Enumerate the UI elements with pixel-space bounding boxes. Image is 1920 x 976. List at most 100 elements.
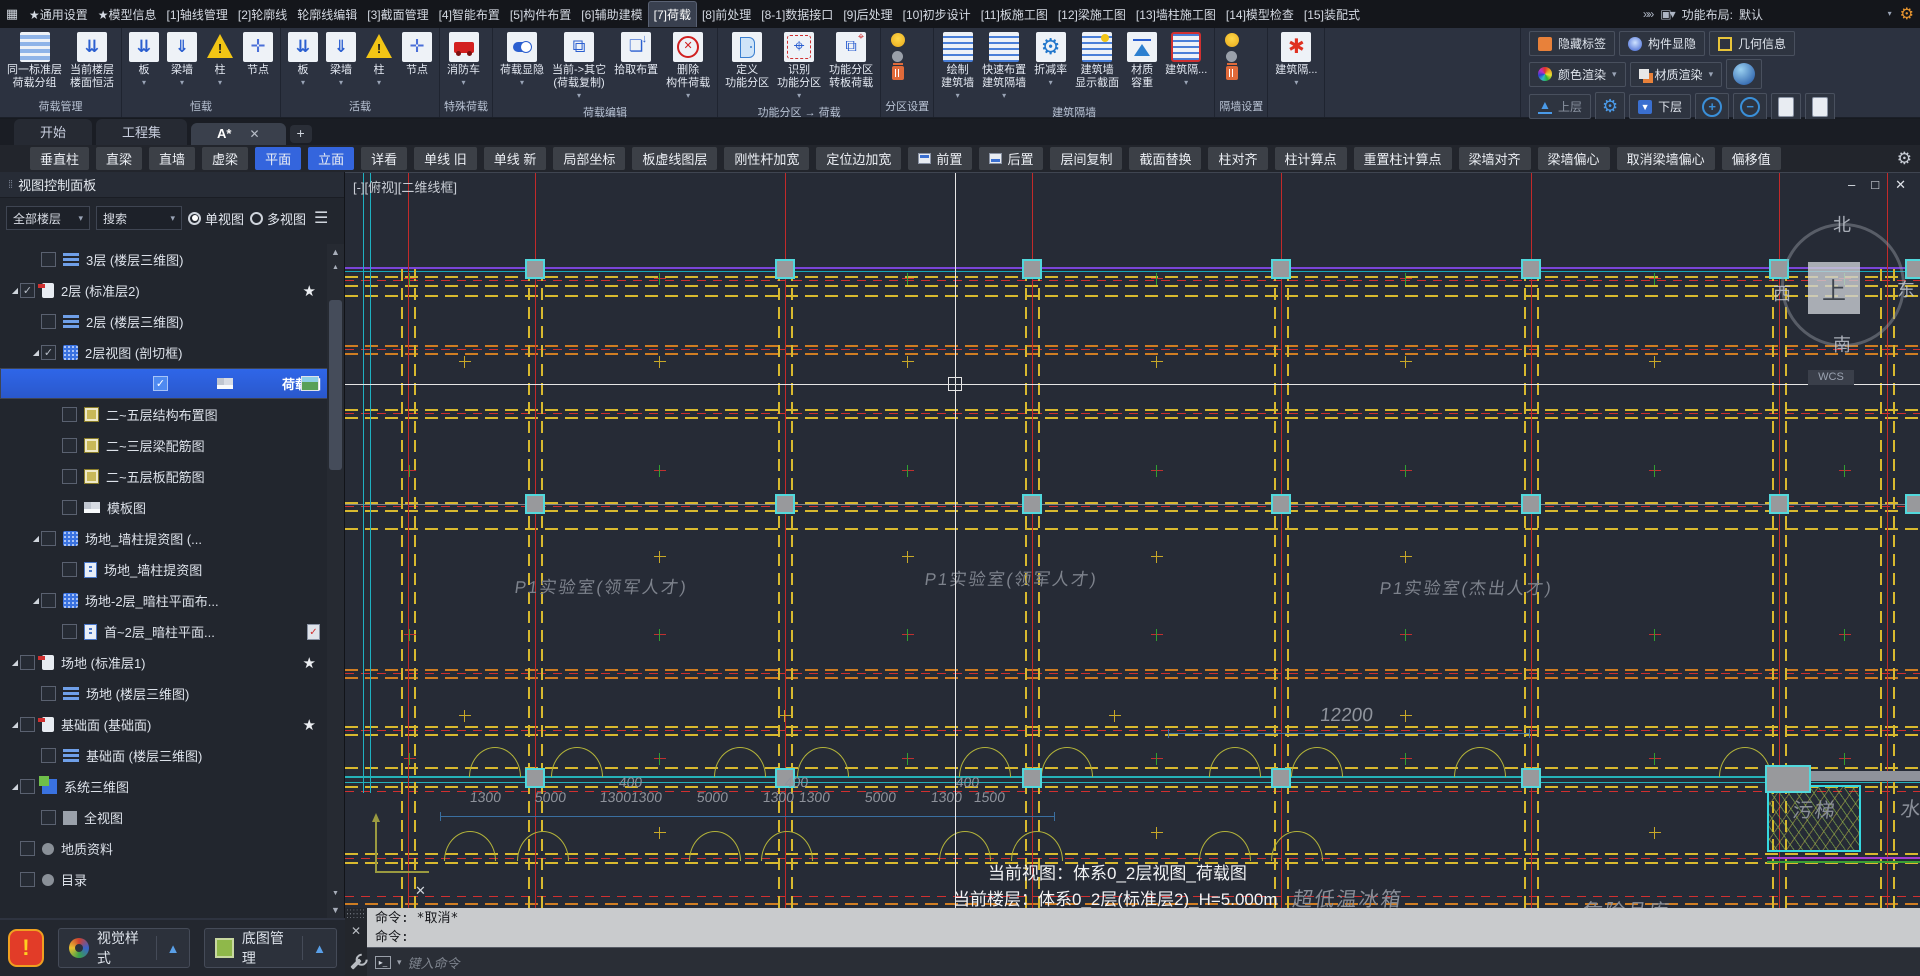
ribbon-button-同一标准层[interactable]: 同一标准层 荷载分组 bbox=[4, 30, 65, 92]
column-marker[interactable] bbox=[775, 494, 795, 514]
dot-icon[interactable] bbox=[1226, 51, 1238, 62]
toolbar-button-梁墙对齐[interactable]: 梁墙对齐 bbox=[1458, 147, 1531, 170]
expand-arrow-icon[interactable]: ◢ bbox=[31, 596, 41, 605]
tree-item-场地-2层_暗柱平面布...[interactable]: ◢ 场地-2层_暗柱平面布... bbox=[0, 585, 328, 616]
column-marker[interactable] bbox=[1905, 494, 1920, 514]
favorite-star-icon[interactable]: ★ bbox=[303, 716, 316, 734]
tree-item-2层视图 (剖切框)[interactable]: ◢ ✓ 2层视图 (剖切框) bbox=[0, 337, 328, 368]
ribbon-button-节点[interactable]: 节点 bbox=[240, 30, 276, 79]
tree-checkbox[interactable] bbox=[62, 562, 77, 577]
tree-checkbox[interactable]: ✓ bbox=[20, 283, 35, 298]
close-tab-icon[interactable]: ✕ bbox=[249, 127, 259, 141]
expand-arrow-icon[interactable]: ◢ bbox=[31, 534, 41, 543]
menu-tab-[12]梁施工图[interactable]: [12]梁施工图 bbox=[1053, 2, 1131, 27]
menu-tab-[6]辅助建模[interactable]: [6]辅助建模 bbox=[576, 2, 647, 27]
crosshair-pickbox[interactable] bbox=[948, 377, 962, 391]
restore-icon[interactable]: □ bbox=[1871, 177, 1879, 193]
tree-item-场地_墙柱提资图[interactable]: 场地_墙柱提资图 bbox=[0, 554, 328, 585]
menu-tab-[13]墙柱施工图[interactable]: [13]墙柱施工图 bbox=[1131, 2, 1221, 27]
toolbar-gear-icon[interactable]: ⚙ bbox=[1897, 149, 1912, 169]
ribbon-button-删除[interactable]: 删除 构件荷载▾ bbox=[663, 30, 713, 102]
tree-checkbox[interactable] bbox=[41, 593, 56, 608]
panel-header[interactable]: ⁞⁞ 视图控制面板 bbox=[0, 172, 344, 198]
tree-checkbox[interactable] bbox=[41, 748, 56, 763]
menu-tab-★模型信息[interactable]: ★模型信息 bbox=[93, 2, 162, 27]
menu-tab-[10]初步设计[interactable]: [10]初步设计 bbox=[898, 2, 976, 27]
tree-scrollbar[interactable]: ▲ ▲ ▼ ▼ bbox=[327, 244, 344, 918]
visual-style-button[interactable]: 视觉样式 ▲ bbox=[57, 928, 191, 968]
expand-arrow-icon[interactable]: ◢ bbox=[10, 658, 20, 667]
expand-arrow-icon[interactable]: ◢ bbox=[10, 720, 20, 729]
ribbon-button-板[interactable]: 板▾ bbox=[126, 30, 162, 89]
app-grid-icon[interactable]: ▦ bbox=[0, 6, 24, 22]
toolbar-button-偏移值[interactable]: 偏移值 bbox=[1721, 147, 1781, 170]
drag-handle-icon[interactable]: ⁞⁞ bbox=[8, 179, 13, 191]
trash-icon[interactable] bbox=[1226, 63, 1239, 80]
add-tab-button[interactable]: + bbox=[289, 125, 312, 143]
wrench-icon[interactable] bbox=[350, 958, 362, 970]
drawing-canvas[interactable]: [-][俯视][二维线框] – □ ✕ 1300 5000 1300 1300 5000… bbox=[345, 172, 1920, 908]
tree-item-首~2层_暗柱平面...[interactable]: 首~2层_暗柱平面... ✓ bbox=[0, 616, 328, 647]
base-map-button[interactable]: 底图管理 ▲ bbox=[204, 928, 338, 968]
doc-tab-A*[interactable]: A* ✕ bbox=[191, 123, 286, 145]
tree-checkbox[interactable] bbox=[41, 686, 56, 701]
view-compass[interactable]: 上 bbox=[1781, 223, 1905, 347]
sphere-button[interactable] bbox=[1726, 59, 1763, 89]
ribbon-button-梁墙[interactable]: 梁墙 ▾ bbox=[323, 30, 359, 89]
column-marker[interactable] bbox=[1521, 259, 1541, 279]
tree-item-二~三层梁配筋图[interactable]: 二~三层梁配筋图 bbox=[0, 430, 328, 461]
panel-button-几何信息[interactable]: 几何信息 bbox=[1709, 31, 1796, 56]
toolbar-button-柱对齐[interactable]: 柱对齐 bbox=[1208, 147, 1268, 170]
column-marker[interactable] bbox=[525, 768, 545, 788]
tree-panel-button[interactable] bbox=[1771, 92, 1802, 121]
ribbon-button-折减率[interactable]: 折减率 ▾ bbox=[1031, 30, 1070, 89]
expand-arrow-icon[interactable]: ◢ bbox=[31, 348, 41, 357]
column-marker[interactable] bbox=[775, 259, 795, 279]
compass-north-label[interactable]: 北 bbox=[1833, 211, 1851, 237]
tree-checkbox[interactable] bbox=[41, 314, 56, 329]
tree-item-场地 (标准层1)[interactable]: ◢ 场地 (标准层1) ★ bbox=[0, 647, 328, 678]
tree-checkbox[interactable] bbox=[62, 500, 77, 515]
tree-checkbox[interactable] bbox=[20, 872, 35, 887]
tree-checkbox[interactable]: ✓ bbox=[152, 376, 168, 391]
toolbar-button-详看[interactable]: 详看 bbox=[361, 147, 408, 170]
viewport-label[interactable]: [-][俯视][二维线框] bbox=[353, 177, 457, 196]
scroll-down-icon[interactable]: ▼ bbox=[327, 902, 344, 918]
command-prompt-icon[interactable]: ▸_ bbox=[375, 955, 391, 969]
ribbon-button-荷载显隐[interactable]: 荷载显隐 ▾ bbox=[497, 30, 547, 89]
toolbar-button-平面[interactable]: 平面 bbox=[255, 147, 302, 170]
menu-hamburger-icon[interactable]: ☰ bbox=[314, 208, 328, 228]
panel-collapse-icon[interactable]: ▣▾ bbox=[1660, 7, 1675, 21]
ribbon-button-板[interactable]: 板▾ bbox=[285, 30, 321, 89]
tree-item-荷载图[interactable]: ✓荷载图 bbox=[0, 368, 328, 399]
toolbar-button-梁墙偏心[interactable]: 梁墙偏心 bbox=[1537, 147, 1610, 170]
tree-checkbox[interactable] bbox=[20, 655, 35, 670]
column-marker[interactable] bbox=[1022, 259, 1042, 279]
expand-arrow-icon[interactable]: ◢ bbox=[10, 286, 20, 295]
toolbar-button-重置柱计算点[interactable]: 重置柱计算点 bbox=[1353, 147, 1452, 170]
toolbar-button-单线 新[interactable]: 单线 新 bbox=[483, 147, 547, 170]
column-marker[interactable] bbox=[1271, 259, 1291, 279]
toolbar-button-后置[interactable]: 后置 bbox=[979, 147, 1044, 170]
tree-item-二~五层板配筋图[interactable]: 二~五层板配筋图 bbox=[0, 461, 328, 492]
image-icon[interactable] bbox=[301, 376, 319, 391]
menu-tab-[8-1]数据接口[interactable]: [8-1]数据接口 bbox=[756, 2, 838, 27]
command-input[interactable]: ▸_ ▾ 键入命令 bbox=[367, 947, 1920, 976]
menu-tab-轮廓线编辑[interactable]: 轮廓线编辑 bbox=[292, 2, 362, 27]
tree-item-目录[interactable]: 目录 bbox=[0, 864, 328, 895]
favorite-star-icon[interactable]: ★ bbox=[303, 654, 316, 672]
toolbar-button-刚性杆加宽[interactable]: 刚性杆加宽 bbox=[724, 147, 810, 170]
menu-tab-[7]荷载[interactable]: [7]荷载 bbox=[647, 1, 697, 27]
ribbon-button-建筑隔...[interactable]: 建筑隔... ▾ bbox=[1162, 30, 1210, 89]
ribbon-button-快速布置[interactable]: 快速布置 建筑隔墙 ▾ bbox=[979, 30, 1029, 102]
ribbon-button-当前->其它[interactable]: 当前->其它 (荷载复制)▾ bbox=[549, 30, 609, 102]
tree-item-基础面 (基础面)[interactable]: ◢ 基础面 (基础面) ★ bbox=[0, 709, 328, 740]
bulb-icon[interactable] bbox=[891, 33, 906, 47]
minimize-icon[interactable]: – bbox=[1848, 177, 1855, 193]
zoom-out-button[interactable]: − bbox=[1733, 92, 1768, 121]
menu-tab-[1]轴线管理[interactable]: [1]轴线管理 bbox=[162, 2, 233, 27]
compass-west-label[interactable]: 西 bbox=[1773, 280, 1791, 306]
ribbon-button-定义[interactable]: 定义 功能分区 bbox=[722, 30, 772, 92]
single-view-radio[interactable]: 单视图 bbox=[188, 209, 244, 228]
ribbon-button-材质[interactable]: 材质 容重 bbox=[1124, 30, 1160, 92]
